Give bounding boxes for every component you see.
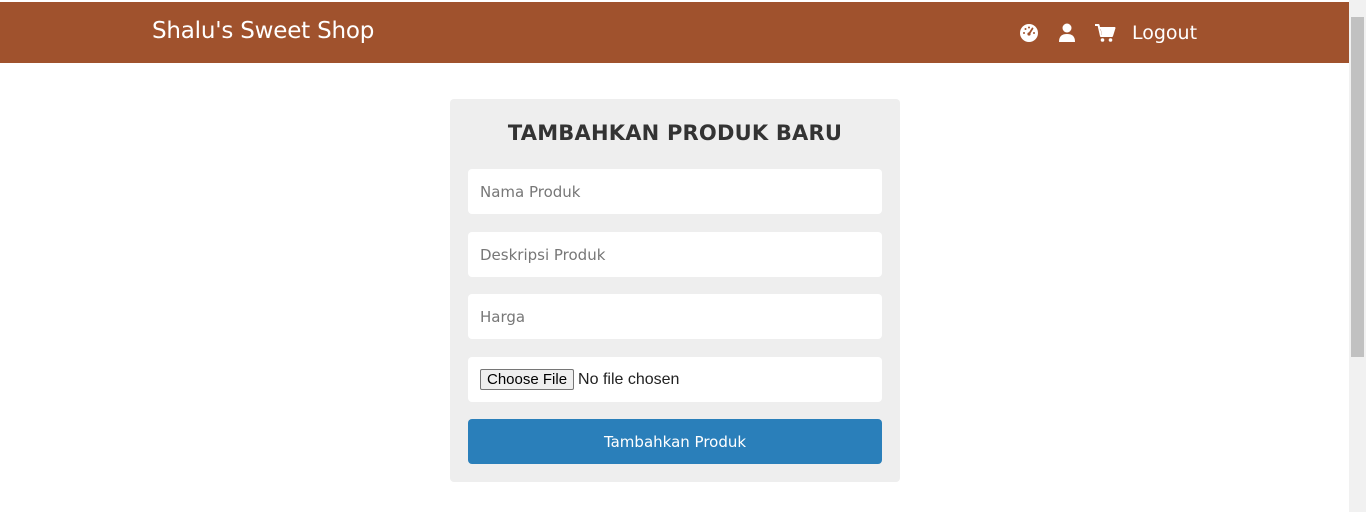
page: Shalu's Sweet Shop Logout TAMBAHKAN PROD… <box>0 0 1366 512</box>
file-status-text: No file chosen <box>578 370 680 388</box>
price-input[interactable] <box>480 307 870 326</box>
cart-icon[interactable] <box>1094 22 1116 44</box>
scrollbar-thumb[interactable] <box>1351 17 1364 357</box>
dashboard-icon[interactable] <box>1018 22 1040 44</box>
logout-link[interactable]: Logout <box>1132 22 1197 44</box>
product-description-field[interactable] <box>468 232 882 277</box>
image-file-field: Choose File No file chosen <box>468 357 882 402</box>
add-product-button[interactable]: Tambahkan Produk <box>468 419 882 464</box>
nav-actions: Logout <box>1018 18 1197 48</box>
product-name-field[interactable] <box>468 169 882 214</box>
user-icon[interactable] <box>1056 22 1078 44</box>
navbar: Shalu's Sweet Shop Logout <box>0 2 1349 63</box>
vertical-scrollbar[interactable] <box>1349 0 1366 512</box>
form-title: TAMBAHKAN PRODUK BARU <box>507 121 843 145</box>
price-field[interactable] <box>468 294 882 339</box>
product-name-input[interactable] <box>480 182 870 201</box>
brand-logo[interactable]: Shalu's Sweet Shop <box>152 18 374 44</box>
choose-file-button[interactable]: Choose File <box>480 369 575 390</box>
product-description-input[interactable] <box>480 245 870 264</box>
